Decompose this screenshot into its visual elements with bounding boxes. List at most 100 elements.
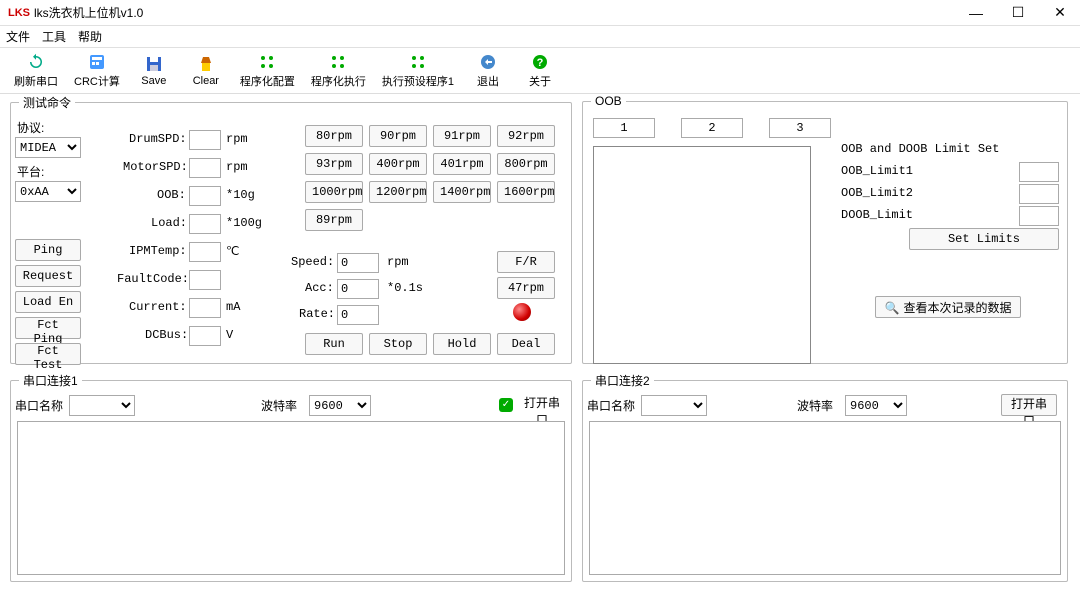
deal-button[interactable]: Deal: [497, 333, 555, 355]
ipmtemp-label: IPMTemp:: [129, 244, 187, 258]
dcbus-input[interactable]: [189, 326, 221, 346]
rpm-47-button[interactable]: 47rpm: [497, 277, 555, 299]
drumspd-input[interactable]: [189, 130, 221, 150]
platform-select[interactable]: 0xAA: [15, 181, 81, 202]
rpm-401-button[interactable]: 401rpm: [433, 153, 491, 175]
rpm-80-button[interactable]: 80rpm: [305, 125, 363, 147]
clear-icon: [196, 54, 216, 74]
exit-icon: [478, 52, 498, 72]
status-indicator-icon: [513, 303, 531, 321]
serial1-baud-select[interactable]: 9600: [309, 395, 371, 416]
serial2-open-button[interactable]: 打开串口: [1001, 394, 1057, 416]
menu-tools[interactable]: 工具: [42, 28, 66, 45]
oob-display-area: [593, 146, 811, 364]
rpm-90-button[interactable]: 90rpm: [369, 125, 427, 147]
set-limits-button[interactable]: Set Limits: [909, 228, 1059, 250]
toolbar-crc[interactable]: CRC计算: [68, 50, 126, 91]
rpm-800-button[interactable]: 800rpm: [497, 153, 555, 175]
fr-button[interactable]: F/R: [497, 251, 555, 273]
rpm-91-button[interactable]: 91rpm: [433, 125, 491, 147]
ping-button[interactable]: Ping: [15, 239, 81, 261]
serial1-open-button[interactable]: 打开串口: [517, 394, 567, 416]
menu-help[interactable]: 帮助: [78, 28, 102, 45]
oob-tab-3[interactable]: 3: [769, 118, 831, 138]
oob-limit1-input[interactable]: [1019, 162, 1059, 182]
serial1-name-select[interactable]: [69, 395, 135, 416]
group-test-commands: 测试命令 协议: MIDEA 平台: 0xAA Ping Request Loa…: [10, 94, 572, 364]
legend-serial-1: 串口连接1: [19, 372, 82, 389]
minimize-button[interactable]: —: [964, 3, 988, 23]
menu-file[interactable]: 文件: [6, 28, 30, 45]
ipmtemp-unit: ℃: [226, 244, 239, 259]
current-input[interactable]: [189, 298, 221, 318]
group-serial-1: 串口连接1 串口名称 波特率 9600 ✓ 打开串口: [10, 372, 572, 582]
oob-tab-1[interactable]: 1: [593, 118, 655, 138]
crc-icon: [87, 52, 107, 72]
acc-input[interactable]: [337, 279, 379, 299]
oob-limit2-input[interactable]: [1019, 184, 1059, 204]
serial2-name-select[interactable]: [641, 395, 707, 416]
drumspd-unit: rpm: [226, 132, 248, 146]
rate-input[interactable]: [337, 305, 379, 325]
serial1-name-label: 串口名称: [15, 397, 63, 414]
close-button[interactable]: ✕: [1048, 3, 1072, 23]
maximize-button[interactable]: ☐: [1006, 3, 1030, 23]
dcbus-unit: V: [226, 328, 233, 342]
oob-limit1-label: OOB_Limit1: [841, 164, 913, 178]
rpm-93-button[interactable]: 93rpm: [305, 153, 363, 175]
toolbar-save[interactable]: Save: [130, 52, 178, 89]
rpm-89-button[interactable]: 89rpm: [305, 209, 363, 231]
toolbar-preset[interactable]: 执行预设程序1: [376, 50, 460, 91]
oob-limit2-label: OOB_Limit2: [841, 186, 913, 200]
doob-limit-input[interactable]: [1019, 206, 1059, 226]
refresh-icon: [26, 52, 46, 72]
group-serial-2: 串口连接2 串口名称 波特率 9600 打开串口: [582, 372, 1068, 582]
serial1-log: [17, 421, 565, 575]
toolbar-about[interactable]: ? 关于: [516, 50, 564, 91]
view-record-button[interactable]: 🔍查看本次记录的数据: [875, 296, 1021, 318]
current-unit: mA: [226, 300, 240, 314]
rpm-92-button[interactable]: 92rpm: [497, 125, 555, 147]
serial2-log: [589, 421, 1061, 575]
oob-tab-2[interactable]: 2: [681, 118, 743, 138]
loaden-button[interactable]: Load En: [15, 291, 81, 313]
legend-oob: OOB: [591, 94, 626, 108]
oob-input[interactable]: [189, 186, 221, 206]
toolbar-clear[interactable]: Clear: [182, 52, 230, 89]
load-label: Load:: [151, 216, 187, 230]
request-button[interactable]: Request: [15, 265, 81, 287]
dcbus-label: DCBus:: [145, 328, 188, 342]
rpm-1000-button[interactable]: 1000rpm: [305, 181, 363, 203]
load-input[interactable]: [189, 214, 221, 234]
run-icon: [328, 52, 348, 72]
save-icon: [144, 54, 164, 74]
serial2-baud-select[interactable]: 9600: [845, 395, 907, 416]
rpm-1600-button[interactable]: 1600rpm: [497, 181, 555, 203]
hold-button[interactable]: Hold: [433, 333, 491, 355]
fctping-button[interactable]: Fct Ping: [15, 317, 81, 339]
toolbar-refresh[interactable]: 刷新串口: [8, 50, 64, 91]
oob-label: OOB:: [157, 188, 186, 202]
motorspd-label: MotorSPD:: [123, 160, 188, 174]
speed-label: Speed:: [291, 255, 334, 269]
motorspd-input[interactable]: [189, 158, 221, 178]
toolbar-run[interactable]: 程序化执行: [305, 50, 372, 91]
rpm-400-button[interactable]: 400rpm: [369, 153, 427, 175]
toolbar-exit[interactable]: 退出: [464, 50, 512, 91]
protocol-select[interactable]: MIDEA: [15, 137, 81, 158]
run-button[interactable]: Run: [305, 333, 363, 355]
doob-limit-label: DOOB_Limit: [841, 208, 913, 222]
rpm-1200-button[interactable]: 1200rpm: [369, 181, 427, 203]
fcttest-button[interactable]: Fct Test: [15, 343, 81, 365]
rpm-1400-button[interactable]: 1400rpm: [433, 181, 491, 203]
speed-input[interactable]: [337, 253, 379, 273]
serial2-baud-label: 波特率: [797, 397, 833, 414]
stop-button[interactable]: Stop: [369, 333, 427, 355]
oob-unit: *10g: [226, 188, 255, 202]
load-unit: *100g: [226, 216, 262, 230]
ipmtemp-input[interactable]: [189, 242, 221, 262]
faultcode-label: FaultCode:: [117, 272, 189, 286]
motorspd-unit: rpm: [226, 160, 248, 174]
toolbar-cfg[interactable]: 程序化配置: [234, 50, 301, 91]
faultcode-input[interactable]: [189, 270, 221, 290]
